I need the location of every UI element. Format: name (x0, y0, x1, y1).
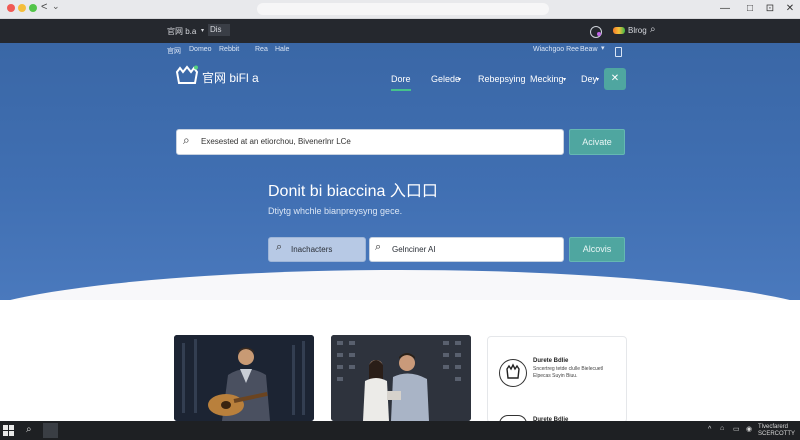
window-maximize-button[interactable]: ⊡ (764, 3, 776, 15)
chip-characters-label: Inachacters (291, 245, 333, 254)
window-minimize-button[interactable]: — (720, 3, 730, 14)
back-icon[interactable]: < (41, 1, 47, 13)
nav-link-gelede[interactable]: Gelede (431, 74, 460, 84)
nav-link-dore[interactable]: Dore (391, 74, 411, 91)
info-card-title: Durete Bdlie (533, 358, 569, 364)
chip-ai-label: Gelnciner AI (392, 245, 436, 254)
clock-line-1[interactable]: Tlvecfarerd (758, 424, 788, 430)
chevron-down-icon: ▾ (201, 28, 205, 34)
sublink-4[interactable]: Hale (275, 46, 289, 53)
search-icon: ⌕ (276, 241, 283, 253)
close-window-dot[interactable] (7, 4, 15, 12)
topbar-right-link-0[interactable]: Wiachgoo Ree (533, 46, 579, 53)
hero-subtitle: Dtiytg whchle bianpreysyng gece. (268, 206, 403, 216)
topbar-site-sub[interactable]: Dis (208, 24, 230, 36)
network-icon[interactable]: ⌂ (720, 425, 724, 432)
taskbar: ⌕ ^ ⌂ ▭ ◉ Tlvecfarerd SCERCOTTY (0, 421, 800, 440)
search-icon[interactable]: ⌕ (650, 24, 656, 35)
sublink-1[interactable]: Domeo (189, 46, 212, 53)
chevron-down-icon: ▾ (563, 77, 567, 83)
search-icon: ⌕ (183, 133, 190, 147)
activate-button[interactable]: Acivate (569, 129, 625, 155)
search-input[interactable]: ⌕ Exesested at an etiorchou, Bivenerlnr … (176, 129, 564, 155)
chip-characters[interactable]: ⌕ Inachacters (268, 237, 366, 262)
battery-icon[interactable]: ▭ (733, 425, 740, 433)
device-icon[interactable] (615, 47, 622, 57)
close-button[interactable]: ✕ (604, 68, 626, 90)
windows-start-icon[interactable] (3, 425, 14, 436)
sublink-3[interactable]: Rea (255, 46, 268, 53)
window-restore-button[interactable]: □ (744, 3, 756, 15)
topbar-right-link-1[interactable]: Beaw (580, 46, 598, 53)
search-icon[interactable]: ⌕ (26, 424, 32, 435)
chevron-up-icon[interactable]: ^ (708, 426, 711, 433)
info-card-description: Sncertreg tetde clulle Bielecuetl Elpeca… (533, 366, 604, 379)
sublink-2[interactable]: Rebbit (219, 46, 239, 53)
alcovis-button[interactable]: Alcovis (569, 237, 625, 262)
nav-link-dey[interactable]: Dey (581, 74, 597, 84)
logo-icon[interactable] (174, 65, 200, 87)
meeting-photo-card[interactable] (331, 335, 471, 421)
minimize-window-dot[interactable] (18, 4, 26, 12)
nav-link-mecking[interactable]: Mecking (530, 74, 564, 84)
notification-dot (597, 32, 601, 36)
address-bar[interactable] (257, 3, 549, 15)
musician-image (174, 335, 314, 421)
chip-ai-input[interactable]: ⌕ Gelnciner AI (369, 237, 564, 262)
forward-icon[interactable]: ⌄ (52, 1, 60, 12)
site-topbar: 官网 b.a ▾ Dis Blrog ⌕ (0, 19, 800, 43)
hero-title: Donit bi biaccina 入口口 (268, 183, 438, 200)
volume-icon[interactable]: ◉ (746, 425, 752, 433)
info-card[interactable]: Durete Bdlie Sncertreg tetde clulle Biel… (487, 336, 627, 424)
crown-icon (499, 359, 527, 387)
topbar-site-label[interactable]: 官网 b.a (167, 26, 196, 37)
sublink-0[interactable]: 官网 (167, 46, 181, 56)
chevron-down-icon: ▾ (596, 77, 600, 83)
clock-line-2[interactable]: SCERCOTTY (758, 431, 795, 437)
chevron-down-icon: ▾ (458, 77, 462, 83)
maximize-window-dot[interactable] (29, 4, 37, 12)
taskview-icon[interactable] (43, 423, 58, 438)
hero-section: 官网 Domeo Rebbit Rea Hale Wiachgoo Ree Be… (0, 43, 800, 300)
search-query: Exesested at an etiorchou, Bivenerlnr LC… (201, 137, 351, 146)
logo-text[interactable]: 官网 biFl a (202, 69, 259, 86)
browser-titlebar: < ⌄ — □ ⊡ ✕ (0, 0, 800, 19)
nav-link-rebepsying[interactable]: Rebepsying (478, 74, 526, 84)
profile-icon[interactable] (613, 27, 625, 34)
musician-photo-card[interactable] (174, 335, 314, 421)
topbar-account-label[interactable]: Blrog (628, 26, 647, 35)
search-icon: ⌕ (375, 241, 382, 253)
window-close-button[interactable]: ✕ (784, 3, 796, 15)
chevron-down-icon: ▾ (601, 45, 605, 52)
meeting-image (331, 335, 471, 421)
